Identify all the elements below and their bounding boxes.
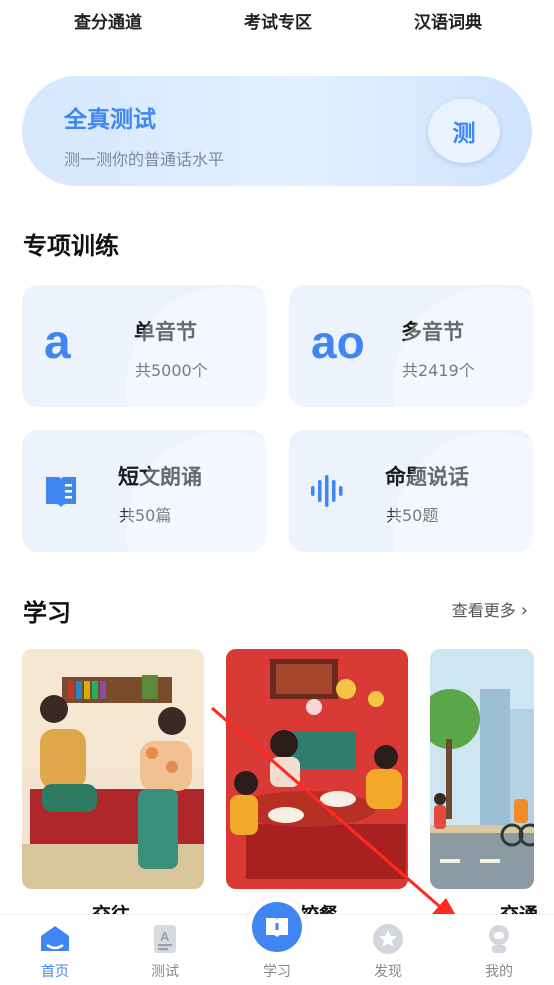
card-title: 多音节 [401, 320, 464, 344]
letters-ao-icon: ao [311, 316, 365, 368]
card-count: 共5000个 [135, 361, 208, 380]
top-links-bar: 查分通道 考试专区 汉语词典 [0, 0, 554, 44]
tab-study[interactable]: 学习 [222, 897, 332, 985]
street-traffic-illustration [430, 649, 534, 889]
study-card-interaction[interactable] [22, 649, 204, 889]
top-link-exam-zone[interactable]: 考试专区 [244, 8, 312, 33]
start-test-button[interactable]: 测 [428, 99, 500, 163]
tab-study-label: 学习 [263, 964, 291, 980]
chevron-right-icon: › [520, 600, 528, 621]
full-test-subtitle: 测一测你的普通话水平 [64, 150, 225, 169]
see-more-label: 查看更多 [451, 601, 516, 620]
card-single-syllable[interactable]: a 单音节 共5000个 [22, 285, 266, 407]
book-icon [266, 918, 288, 937]
card-count: 共2419个 [402, 361, 475, 380]
tab-home[interactable]: 首页 [0, 915, 110, 985]
tab-discover[interactable]: 发现 [333, 915, 443, 985]
study-tab-circle [252, 902, 302, 952]
tab-discover-label: 发现 [374, 964, 402, 980]
book-icon [46, 477, 76, 507]
full-test-title: 全真测试 [64, 107, 156, 133]
study-heading: 学习 [23, 599, 71, 627]
svg-text:A: A [160, 929, 170, 944]
card-topic-speaking[interactable]: 命题说话 共50题 [289, 430, 533, 552]
card-count: 共50篇 [119, 506, 172, 525]
see-more-link[interactable]: 查看更多 › [452, 597, 528, 621]
card-title: 短文朗诵 [118, 465, 202, 489]
test-doc-icon: A [154, 925, 176, 953]
waveform-icon [311, 475, 343, 507]
special-training-heading: 专项训练 [23, 232, 119, 260]
card-title: 单音节 [134, 320, 197, 344]
study-tab-bubble [247, 897, 307, 957]
user-icon [489, 925, 509, 953]
family-dinner-illustration [226, 649, 408, 889]
tab-home-label: 首页 [41, 964, 69, 980]
tab-test-label: 测试 [151, 964, 179, 980]
couple-sofa-illustration [22, 649, 204, 889]
bottom-tab-bar: 首页 A 测试 学习 发现 我的 [0, 897, 554, 985]
card-count: 共50题 [386, 506, 439, 525]
tab-me-label: 我的 [485, 964, 513, 980]
full-test-banner[interactable]: 全真测试 测一测你的普通话水平 测 [22, 76, 532, 186]
top-link-score-query[interactable]: 查分通道 [74, 8, 142, 33]
study-card-traffic[interactable] [430, 649, 534, 889]
card-passage-reading[interactable]: 短文朗诵 共50篇 [22, 430, 266, 552]
star-icon [373, 924, 403, 954]
tab-test[interactable]: A 测试 [110, 915, 220, 985]
study-card-dinner[interactable] [226, 649, 408, 889]
letter-a-icon: a [44, 316, 71, 369]
top-link-dictionary[interactable]: 汉语词典 [414, 8, 482, 33]
card-multi-syllable[interactable]: ao 多音节 共2419个 [289, 285, 533, 407]
card-title: 命题说话 [385, 465, 469, 489]
home-icon [41, 926, 69, 951]
tab-me[interactable]: 我的 [444, 915, 554, 985]
